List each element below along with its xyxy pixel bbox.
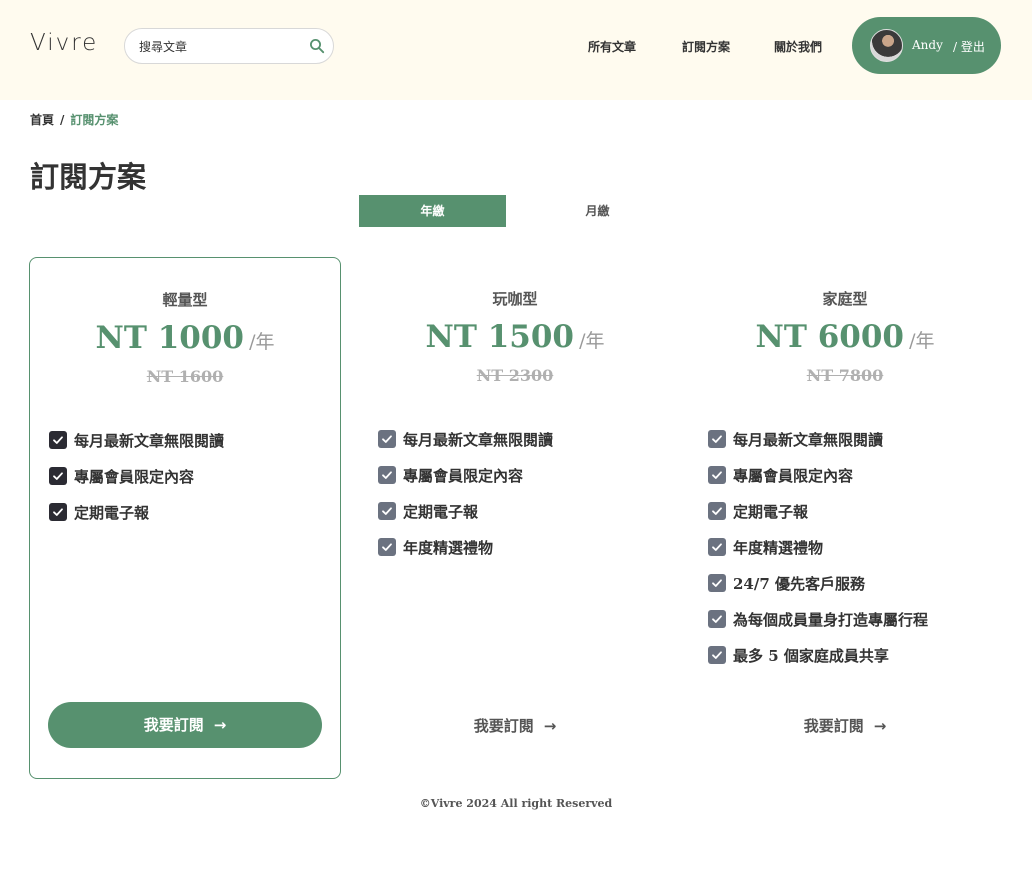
nav-about-us[interactable]: 關於我們 <box>774 38 822 55</box>
check-icon <box>49 431 67 449</box>
tab-monthly[interactable]: 月繳 <box>524 195 671 227</box>
feature-label: 定期電子報 <box>74 504 150 522</box>
feature-item: 年度精選禮物 <box>708 537 928 573</box>
feature-item: 年度精選禮物 <box>378 537 553 573</box>
feature-label: 專屬會員限定內容 <box>74 468 195 486</box>
feature-item: 專屬會員限定內容 <box>708 465 928 501</box>
check-icon <box>49 467 67 485</box>
feature-label: 每月最新文章無限閱讀 <box>403 431 554 449</box>
breadcrumb-separator: / <box>60 113 65 127</box>
feature-list: 每月最新文章無限閱讀 專屬會員限定內容 定期電子報 年度精選禮物 24/7 優先… <box>708 429 928 681</box>
check-icon <box>708 646 726 664</box>
subscribe-label: 我要訂閱 <box>143 716 204 734</box>
plan-card-light: 輕量型 NT 1000 /年 NT 1600 每月最新文章無限閱讀 專屬會員限定… <box>29 257 341 779</box>
feature-item: 24/7 優先客戶服務 <box>708 573 928 609</box>
plan-name: 輕量型 <box>162 291 208 309</box>
site-header: Vivre 所有文章 訂閱方案 關於我們 Andy / 登出 <box>0 0 1032 100</box>
original-price: NT 2300 <box>476 366 554 385</box>
original-price: NT 1600 <box>146 367 224 386</box>
check-icon <box>708 610 726 628</box>
feature-label: 定期電子報 <box>733 503 809 521</box>
feature-item: 專屬會員限定內容 <box>378 465 553 501</box>
breadcrumb: 首頁 / 訂閱方案 <box>30 111 118 128</box>
plan-price: NT 1500 <box>425 319 574 355</box>
check-icon <box>708 466 726 484</box>
feature-label: 定期電子報 <box>403 503 479 521</box>
breadcrumb-current: 訂閱方案 <box>70 113 119 127</box>
feature-label: 為每個成員量身打造專屬行程 <box>733 611 929 629</box>
feature-item: 每月最新文章無限閱讀 <box>49 430 224 466</box>
subscribe-label: 我要訂閱 <box>473 717 534 735</box>
price-row: NT 1500 /年 <box>359 319 671 355</box>
subscribe-button[interactable]: 我要訂閱 → <box>359 715 671 736</box>
feature-item: 每月最新文章無限閱讀 <box>378 429 553 465</box>
price-unit: /年 <box>579 330 605 352</box>
plan-card-family: 家庭型 NT 6000 /年 NT 7800 每月最新文章無限閱讀 專屬會員限定… <box>689 257 1001 779</box>
check-icon <box>378 466 396 484</box>
feature-item: 定期電子報 <box>378 501 553 537</box>
check-icon <box>708 502 726 520</box>
avatar[interactable] <box>870 29 903 62</box>
feature-label: 年度精選禮物 <box>733 539 824 557</box>
page-title: 訂閱方案 <box>30 160 147 194</box>
footer-copyright: ©Vivre 2024 All right Reserved <box>419 797 613 810</box>
check-icon <box>708 430 726 448</box>
nav-all-articles[interactable]: 所有文章 <box>588 38 636 55</box>
price-row: NT 1000 /年 <box>30 320 340 356</box>
price-unit: /年 <box>249 331 275 353</box>
feature-list: 每月最新文章無限閱讀 專屬會員限定內容 定期電子報 <box>49 430 224 538</box>
feature-label: 專屬會員限定內容 <box>403 467 524 485</box>
subscribe-button[interactable]: 我要訂閱 → <box>48 702 322 748</box>
check-icon <box>378 502 396 520</box>
feature-label: 每月最新文章無限閱讀 <box>733 431 884 449</box>
feature-label: 最多 5 個家庭成員共享 <box>733 647 889 665</box>
user-name: Andy <box>912 38 943 52</box>
feature-item: 最多 5 個家庭成員共享 <box>708 645 928 681</box>
plan-card-player: 玩咖型 NT 1500 /年 NT 2300 每月最新文章無限閱讀 專屬會員限定… <box>359 257 671 779</box>
search-icon[interactable] <box>309 38 325 54</box>
arrow-right-icon: → <box>213 716 227 734</box>
check-icon <box>378 538 396 556</box>
breadcrumb-home[interactable]: 首頁 <box>30 113 54 127</box>
search-input[interactable] <box>139 37 299 57</box>
feature-item: 定期電子報 <box>708 501 928 537</box>
plan-name: 家庭型 <box>822 290 868 308</box>
user-menu[interactable]: Andy / 登出 <box>852 17 1001 74</box>
feature-label: 年度精選禮物 <box>403 539 494 557</box>
nav-subscription-plans[interactable]: 訂閱方案 <box>682 38 730 55</box>
logout-link[interactable]: / 登出 <box>953 38 985 55</box>
price-row: NT 6000 /年 <box>689 319 1001 355</box>
feature-label: 每月最新文章無限閱讀 <box>74 432 225 450</box>
check-icon <box>708 538 726 556</box>
arrow-right-icon: → <box>873 717 887 735</box>
plan-price: NT 6000 <box>755 319 904 355</box>
subscribe-button[interactable]: 我要訂閱 → <box>689 715 1001 736</box>
original-price: NT 7800 <box>806 366 884 385</box>
plan-name: 玩咖型 <box>492 290 538 308</box>
feature-list: 每月最新文章無限閱讀 專屬會員限定內容 定期電子報 年度精選禮物 <box>378 429 553 573</box>
search-box[interactable] <box>124 28 334 64</box>
feature-label: 24/7 優先客戶服務 <box>733 575 866 593</box>
logo[interactable]: Vivre <box>30 30 98 56</box>
feature-label: 專屬會員限定內容 <box>733 467 854 485</box>
plan-price: NT 1000 <box>95 320 244 356</box>
tab-yearly[interactable]: 年繳 <box>359 195 506 227</box>
feature-item: 專屬會員限定內容 <box>49 466 224 502</box>
feature-item: 為每個成員量身打造專屬行程 <box>708 609 928 645</box>
feature-item: 每月最新文章無限閱讀 <box>708 429 928 465</box>
subscribe-label: 我要訂閱 <box>803 717 864 735</box>
check-icon <box>49 503 67 521</box>
arrow-right-icon: → <box>543 717 557 735</box>
feature-item: 定期電子報 <box>49 502 224 538</box>
check-icon <box>378 430 396 448</box>
check-icon <box>708 574 726 592</box>
price-unit: /年 <box>909 330 935 352</box>
